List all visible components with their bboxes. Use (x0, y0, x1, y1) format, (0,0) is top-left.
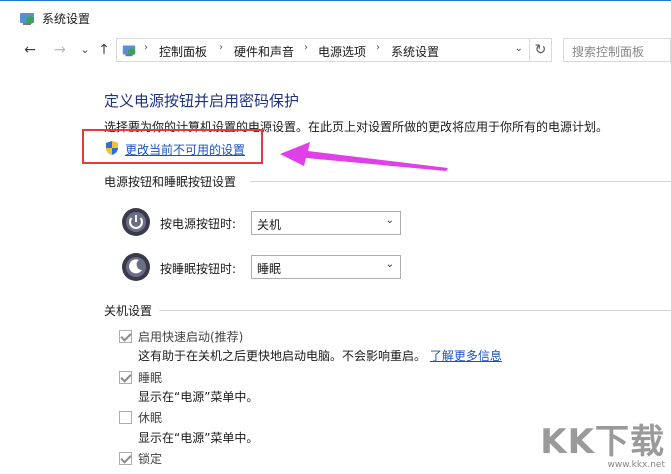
sleep-button-action-value: 睡眠 (257, 262, 282, 276)
sleep-button-action-select[interactable]: 睡眠 ⌄ (251, 255, 401, 279)
lock-checkbox[interactable] (119, 452, 132, 465)
chevron-down-icon: ⌄ (385, 259, 394, 270)
forward-arrow-icon[interactable]: → (50, 40, 70, 60)
back-arrow-icon[interactable]: ← (20, 40, 40, 60)
control-panel-icon (18, 9, 36, 30)
fast-startup-description: 这有助于在关机之后更快地启动电脑。不会影响重启。 了解更多信息 (138, 347, 502, 364)
breadcrumb-separator-icon: › (219, 42, 223, 53)
hibernate-option-label: 休眠 (138, 411, 163, 425)
watermark-logo: KK下载 (540, 422, 665, 462)
recent-locations-icon[interactable]: ⌄ (75, 40, 95, 60)
power-button-action-value: 关机 (257, 218, 282, 232)
hibernate-checkbox[interactable] (119, 411, 132, 424)
watermark: KK下载 www.kkx.net (540, 424, 665, 470)
fast-startup-label: 启用快速启动(推荐) (138, 330, 244, 344)
power-button-action-select[interactable]: 关机 ⌄ (251, 211, 401, 235)
address-bar[interactable]: › 控制面板 › 硬件和声音 › 电源选项 › 系统设置 ⌄ (116, 38, 530, 62)
breadcrumb-system-settings[interactable]: 系统设置 (391, 43, 439, 60)
chevron-down-icon: ⌄ (385, 215, 394, 226)
sleep-option-label: 睡眠 (138, 371, 163, 385)
breadcrumb-control-panel[interactable]: 控制面板 (159, 43, 207, 60)
breadcrumb-hardware-sound[interactable]: 硬件和声音 (234, 43, 294, 60)
power-icon (121, 207, 151, 237)
breadcrumb-separator-icon: › (304, 42, 308, 53)
section-divider (250, 181, 671, 182)
shutdown-section-title: 关机设置 (104, 304, 153, 318)
annotation-arrow-icon (280, 140, 450, 177)
section-divider (159, 310, 671, 311)
lock-option-label: 锁定 (138, 452, 163, 466)
window-title: 系统设置 (42, 12, 91, 26)
title-bar: 系统设置 (0, 0, 671, 36)
breadcrumb-power-options[interactable]: 电源选项 (318, 43, 366, 60)
hibernate-option-description: 显示在“电源”菜单中。 (138, 431, 259, 445)
chevron-down-icon[interactable]: ⌄ (515, 43, 523, 54)
sleep-icon (121, 252, 151, 282)
sleep-checkbox[interactable] (119, 371, 132, 384)
fast-startup-checkbox[interactable] (119, 330, 132, 343)
sleep-button-label: 按睡眠按钮时: (160, 262, 237, 276)
navigation-bar: ← → ⌄ ↑ › 控制面板 › 硬件和声音 › 电源选项 › 系统设置 ⌄ ↻… (0, 36, 671, 66)
breadcrumb-separator-icon: › (144, 42, 148, 53)
uac-shield-icon (104, 140, 120, 159)
breadcrumb-separator-icon: › (376, 42, 380, 53)
refresh-icon[interactable]: ↻ (530, 38, 552, 62)
control-panel-icon (121, 42, 137, 61)
sleep-option-description: 显示在“电源”菜单中。 (138, 390, 259, 404)
up-arrow-icon[interactable]: ↑ (94, 40, 114, 60)
learn-more-link[interactable]: 了解更多信息 (430, 349, 502, 363)
power-button-label: 按电源按钮时: (160, 217, 237, 231)
fast-startup-description-text: 这有助于在关机之后更快地启动电脑。不会影响重启。 (138, 349, 427, 363)
search-input[interactable]: 搜索控制面板 (563, 38, 671, 62)
change-unavailable-settings-link[interactable]: 更改当前不可用的设置 (125, 141, 245, 158)
page-title: 定义电源按钮并启用密码保护 (104, 92, 300, 110)
power-buttons-section-title: 电源按钮和睡眠按钮设置 (104, 175, 237, 189)
